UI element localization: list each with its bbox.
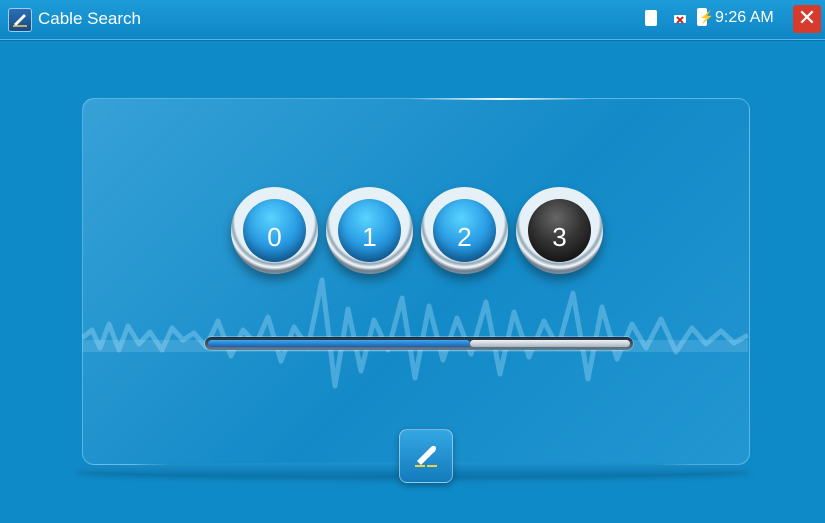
network-disconnected-icon (674, 15, 686, 24)
digit-label-0: 0 (267, 222, 282, 252)
cable-probe-icon (415, 445, 437, 467)
signal-progress-empty (470, 340, 630, 347)
digit-button-1-face: 1 (338, 199, 401, 262)
app-title: Cable Search (38, 9, 142, 28)
signal-progress-bar (205, 337, 633, 350)
close-button[interactable]: ✕ (793, 5, 821, 33)
status-bar: Cable Search ⚡ 9:26 AM ✕ (0, 0, 825, 40)
digit-label-1: 1 (362, 222, 377, 252)
battery-charging-icon: ⚡ (697, 8, 714, 26)
digit-button-0-face: 0 (243, 199, 306, 262)
digit-label-2: 2 (457, 222, 472, 252)
waveform-graphic (82, 277, 748, 389)
digit-button-2-face: 2 (433, 199, 496, 262)
digit-label-3: 3 (552, 222, 567, 252)
sd-card-icon (645, 10, 657, 26)
digit-button-3-face: 3 (528, 199, 591, 262)
cable-search-icon (8, 8, 32, 32)
panel-shine (410, 98, 590, 100)
cable-probe-button[interactable] (399, 429, 453, 483)
status-time: 9:26 AM (715, 9, 774, 26)
signal-progress-fill (208, 340, 470, 347)
